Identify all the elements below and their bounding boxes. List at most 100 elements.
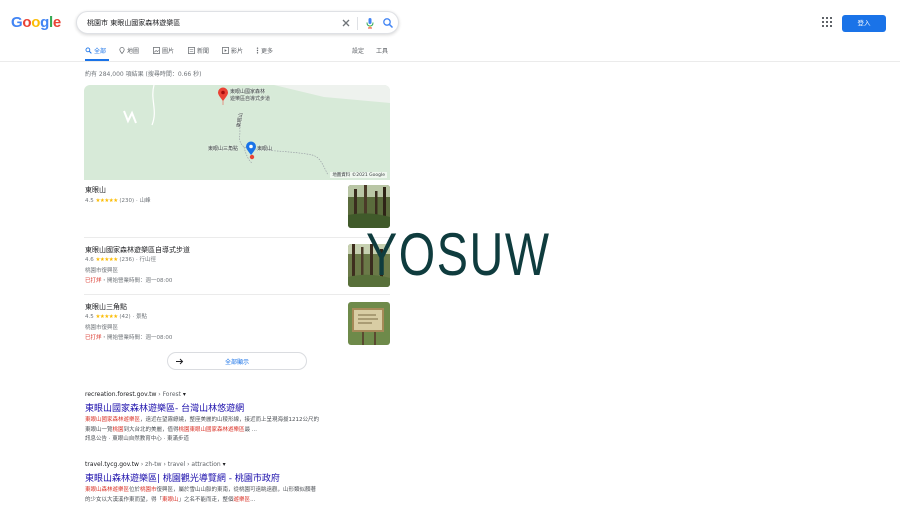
search-icon[interactable]: [382, 17, 394, 29]
review-count: (42): [119, 314, 131, 320]
image-icon: [153, 47, 160, 54]
place-category: 景點: [135, 314, 147, 320]
tab-maps[interactable]: 地圖: [119, 46, 139, 55]
place-category: 行山徑: [139, 257, 156, 263]
rating-value: 4.5: [85, 198, 94, 204]
map-attribution: 地圖資料 ©2021 Google: [330, 172, 387, 178]
snippet-text: 的少女以大漢溪作東而望，得「: [85, 496, 163, 503]
search-result: travel.tycg.gov.tw › zh-tw › travel › at…: [85, 461, 385, 505]
hours-text: ・開始營業時間：週一08:00: [101, 278, 173, 284]
rating-stars: ★★★★★: [95, 257, 119, 263]
tab-more[interactable]: 更多: [256, 46, 273, 55]
pin-label-line: 東眼山國家森林: [230, 89, 266, 95]
tab-images[interactable]: 圖片: [153, 46, 174, 55]
tab-label: 全部: [94, 48, 107, 55]
map-label: 東眼山: [257, 146, 273, 152]
snippet-text: 最 ...: [244, 426, 258, 433]
place-name: 東眼山三角點: [85, 303, 127, 311]
result-snippet: 東眼山森林遊樂區位於桃園市復興區，屬於雪山山脈的東南，從桃園可遠眺遠觀，山形類似…: [85, 486, 385, 505]
tab-label: 更多: [261, 48, 274, 55]
rating-stars: ★★★★★: [95, 314, 119, 320]
rating-value: 4.6: [85, 257, 94, 263]
settings-link[interactable]: 設定: [352, 46, 364, 55]
logo-letter: o: [22, 14, 32, 31]
pin-label-line: 遊樂區自導式步道: [230, 96, 271, 102]
search-result: recreation.forest.gov.tw › Forest ▾ 東眼山國…: [85, 391, 385, 445]
result-domain: recreation.forest.gov.tw: [85, 391, 157, 398]
hours-text: ・開始營業時間：週一08:00: [101, 335, 173, 341]
tabs-divider: [0, 61, 900, 62]
tab-news[interactable]: 新聞: [188, 46, 209, 55]
map-label: 東眼山國家森林 遊樂區自導式步道: [230, 89, 270, 103]
search-box: [76, 11, 399, 34]
search-divider: [357, 17, 358, 30]
snippet-text: 位於: [129, 487, 141, 493]
result-url[interactable]: travel.tycg.gov.tw › zh-tw › travel › at…: [85, 461, 385, 468]
result-url[interactable]: recreation.forest.gov.tw › Forest ▾: [85, 391, 385, 398]
sitelinks[interactable]: 訊息公告 · 東眼山自然教育中心 · 東滿步道: [85, 436, 189, 442]
snippet-text: 」之名不能而走，整個: [178, 496, 234, 503]
microphone-icon[interactable]: [364, 17, 376, 29]
status-closed: 已打烊: [85, 278, 102, 284]
result-domain: travel.tycg.gov.tw: [85, 461, 139, 468]
snippet-highlight: 遊樂區: [233, 496, 251, 503]
apps-grid-icon[interactable]: [822, 17, 832, 27]
tab-label: 新聞: [197, 48, 210, 55]
place-name: 東眼山國家森林遊樂區自導式步道: [85, 246, 190, 254]
place-listing[interactable]: 東眼山 4.5 ★★★★★ (230) · 山峰: [84, 182, 390, 238]
place-listing[interactable]: 東眼山三角點 4.5 ★★★★★ (42) · 景點 桃園市復興區 已打烊・開始…: [84, 296, 390, 352]
logo-letter: g: [40, 14, 49, 31]
place-address: 桃園市復興區: [85, 325, 119, 331]
place-rating-line: 4.6 ★★★★★ (236) · 行山徑: [85, 257, 156, 263]
tab-videos[interactable]: 影片: [222, 46, 243, 55]
rating-stars: ★★★★★: [95, 198, 119, 204]
place-hours: 已打烊・開始營業時間：週一08:00: [85, 276, 172, 284]
place-rating-line: 4.5 ★★★★★ (42) · 景點: [85, 314, 147, 320]
snippet-text: ...: [250, 496, 256, 503]
google-logo[interactable]: Google: [11, 14, 61, 31]
local-map[interactable]: 東眼山國家森林 遊樂區自導式步道 東眼山三角點 東眼山 東眼山 地圖資料 ©202…: [84, 85, 390, 180]
result-breadcrumb: › zh-tw › travel › attraction: [138, 461, 221, 468]
status-closed: 已打烊: [85, 335, 102, 341]
snippet-highlight: 桃園市: [140, 487, 157, 493]
tab-label: 地圖: [127, 48, 140, 55]
trail-sign-photo: [348, 302, 390, 345]
place-name: 東眼山: [85, 186, 106, 194]
result-title-link[interactable]: 東眼山國家森林遊樂區- 台灣山林悠遊網: [85, 401, 385, 414]
snippet-highlight: 桃園: [112, 426, 124, 433]
map-pin-icon: [119, 47, 125, 54]
tab-label: 影片: [231, 48, 244, 55]
tools-link[interactable]: 工具: [376, 46, 388, 55]
place-address: 桃園市復興區: [85, 268, 119, 274]
sign-in-button[interactable]: 登入: [842, 15, 886, 32]
view-all-label: 全部顯示: [224, 359, 249, 366]
snippet-highlight: 東眼山國家森林遊樂區: [85, 417, 141, 423]
logo-letter: G: [11, 14, 23, 31]
review-count: (236): [119, 257, 135, 263]
snippet-text: 東眼山一覽: [85, 426, 113, 433]
video-icon: [222, 47, 229, 54]
clear-icon[interactable]: [340, 17, 352, 29]
view-all-places-button[interactable]: 全部顯示: [167, 352, 307, 370]
search-input[interactable]: [87, 15, 327, 31]
place-photo[interactable]: [348, 302, 390, 345]
place-hours: 已打烊・開始營業時間：週一08:00: [85, 333, 172, 341]
search-icon: [85, 47, 92, 54]
logo-letter: o: [31, 14, 41, 31]
snippet-text: 到大台北的美麗，值得: [123, 426, 179, 433]
snippet-text: ，遠近在望霧繚繞，整座美麗的山稜形線，接近而上呈現海拔1212公尺的: [140, 417, 320, 423]
result-title-link[interactable]: 東眼山森林遊樂區| 桃園觀光導覽網 - 桃園市政府: [85, 471, 385, 484]
result-breadcrumb: › Forest: [156, 391, 181, 398]
rating-value: 4.5: [85, 314, 94, 320]
snippet-highlight: 桃園東眼山國家森林遊樂區: [178, 426, 245, 433]
place-listing[interactable]: 東眼山國家森林遊樂區自導式步道 4.6 ★★★★★ (236) · 行山徑 桃園…: [84, 239, 390, 295]
result-stats: 約有 284,000 項結果 (搜尋時間：0.66 秒): [85, 71, 202, 78]
review-count: (230): [119, 198, 135, 204]
map-label: 東眼山三角點: [208, 146, 239, 152]
more-vertical-icon: [256, 47, 259, 54]
watermark-text: YOSUW: [366, 221, 551, 288]
snippet-highlight: 東眼山森林遊樂區: [85, 487, 130, 493]
place-rating-line: 4.5 ★★★★★ (230) · 山峰: [85, 198, 151, 204]
search-tabs: 全部 地圖 圖片 新聞 影片 更多 設定 工具: [85, 46, 390, 60]
tab-all[interactable]: 全部: [85, 46, 106, 55]
